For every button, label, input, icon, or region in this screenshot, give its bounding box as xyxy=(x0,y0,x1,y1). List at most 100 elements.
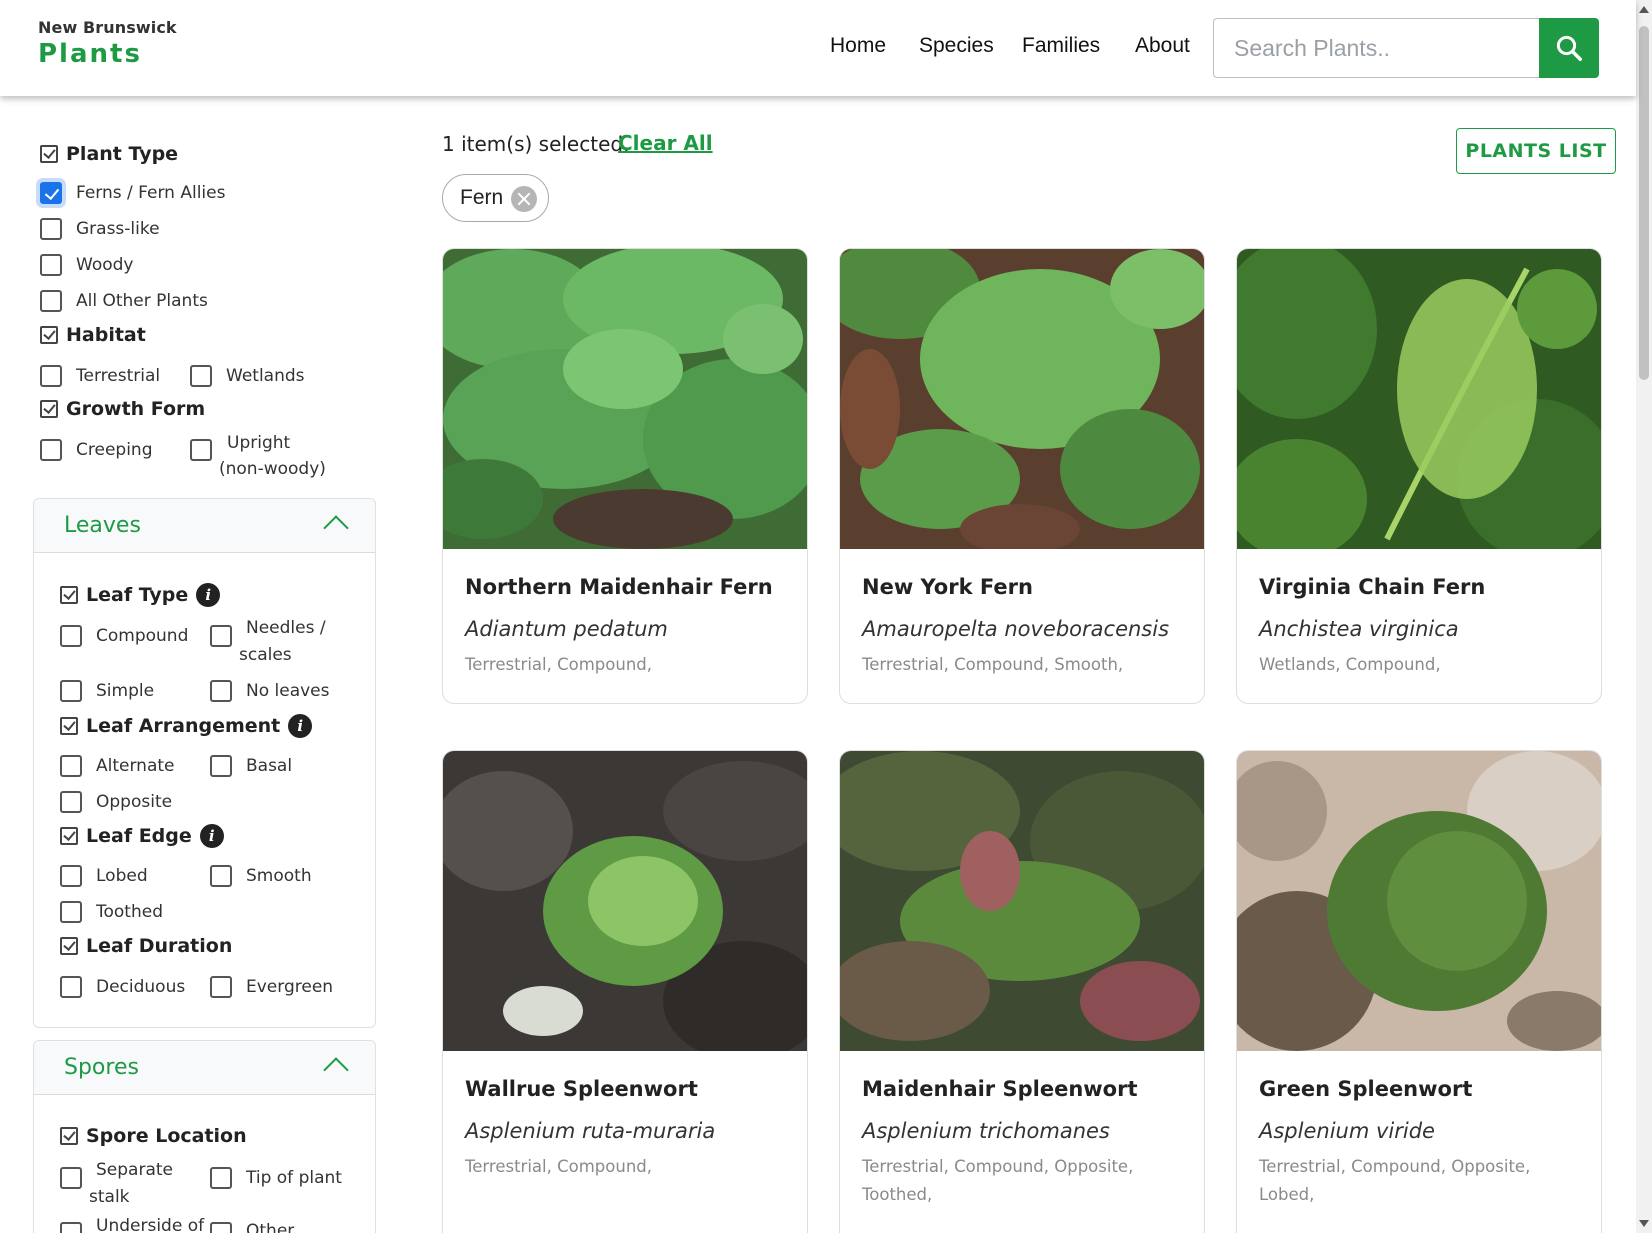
plant-card[interactable]: Northern Maidenhair Fern Adiantum pedatu… xyxy=(442,248,808,704)
checkbox-grass-like[interactable] xyxy=(40,218,62,240)
clear-all-link[interactable]: Clear All xyxy=(618,131,713,155)
plant-card[interactable]: Green Spleenwort Asplenium viride Terres… xyxy=(1236,750,1602,1233)
nav-home[interactable]: Home xyxy=(830,34,886,58)
checkbox-wetlands[interactable] xyxy=(190,365,212,387)
plant-tags: Terrestrial, Compound, Smooth, xyxy=(862,655,1124,674)
checkbox-needles[interactable] xyxy=(210,625,232,647)
plant-scientific-name: Anchistea virginica xyxy=(1259,617,1459,641)
search-icon xyxy=(1556,35,1582,61)
close-icon[interactable] xyxy=(511,186,537,212)
plant-photo[interactable] xyxy=(1237,751,1601,1051)
plant-photo[interactable] xyxy=(1237,249,1601,549)
checkbox-toothed[interactable] xyxy=(60,901,82,923)
checkbox-other-plants[interactable] xyxy=(40,290,62,312)
spores-panel-header[interactable]: Spores xyxy=(34,1041,375,1095)
fern-photo-image xyxy=(840,751,1204,1051)
plant-scientific-name: Amauropelta noveboracensis xyxy=(862,617,1170,641)
checkbox-basal[interactable] xyxy=(210,755,232,777)
checkbox-alternate[interactable] xyxy=(60,755,82,777)
label-lobed: Lobed xyxy=(96,866,148,886)
checkbox-creeping[interactable] xyxy=(40,439,62,461)
chevron-up-icon[interactable] xyxy=(323,1057,349,1083)
scroll-up-arrow[interactable] xyxy=(1639,6,1649,13)
label-upright: Upright xyxy=(227,433,291,453)
filter-head-leaf-type: Leaf Type i xyxy=(60,583,221,607)
site-logo[interactable]: New Brunswick Plants xyxy=(38,18,177,69)
checkbox-upright[interactable] xyxy=(190,439,212,461)
checkbox-no-leaves[interactable] xyxy=(210,680,232,702)
label-other-plants: All Other Plants xyxy=(76,291,208,311)
checkbox-tip-of-plant[interactable] xyxy=(210,1167,232,1189)
plant-photo[interactable] xyxy=(840,751,1204,1051)
checkbox-opposite[interactable] xyxy=(60,791,82,813)
plant-tags: Terrestrial, Compound, Opposite, Toothed, xyxy=(862,1157,1134,1204)
nav-about[interactable]: About xyxy=(1135,34,1190,58)
label-woody: Woody xyxy=(76,255,134,275)
search-input[interactable] xyxy=(1213,18,1539,78)
checkbox-lobed[interactable] xyxy=(60,865,82,887)
checkbox-compound[interactable] xyxy=(60,625,82,647)
nav-families[interactable]: Families xyxy=(1022,34,1100,58)
checkbox-separate-stalk[interactable] xyxy=(60,1167,82,1189)
checkbox-smooth[interactable] xyxy=(210,865,232,887)
plant-card[interactable]: Virginia Chain Fern Anchistea virginica … xyxy=(1236,248,1602,704)
info-icon[interactable]: i xyxy=(199,824,224,848)
fern-photo-image xyxy=(443,751,807,1051)
plant-common-name: Virginia Chain Fern xyxy=(1259,575,1486,599)
label-basal: Basal xyxy=(246,756,293,776)
label-creeping: Creeping xyxy=(76,440,153,460)
plant-tags: Terrestrial, Compound, xyxy=(465,655,653,674)
search-button[interactable] xyxy=(1539,18,1599,78)
selected-count-text: 1 item(s) selected. xyxy=(442,132,630,156)
panel-title-spores: Spores xyxy=(64,1055,139,1080)
info-icon[interactable]: i xyxy=(288,714,313,738)
filter-head-spore-location: Spore Location xyxy=(60,1125,247,1147)
scroll-down-arrow[interactable] xyxy=(1639,1220,1649,1227)
logo-top-text: New Brunswick xyxy=(38,18,177,37)
checkbox-woody[interactable] xyxy=(40,254,62,276)
checklist-icon xyxy=(60,717,78,735)
checkbox-simple[interactable] xyxy=(60,680,82,702)
checkbox-other[interactable] xyxy=(210,1222,232,1233)
chevron-up-icon[interactable] xyxy=(323,515,349,541)
checklist-icon xyxy=(60,586,78,604)
logo-main-text: Plants xyxy=(38,39,142,69)
checkbox-evergreen[interactable] xyxy=(210,976,232,998)
checklist-icon xyxy=(40,400,58,418)
label-separate: Separate xyxy=(96,1160,173,1180)
plant-photo[interactable] xyxy=(443,249,807,549)
checklist-icon xyxy=(60,937,78,955)
page-scrollbar[interactable] xyxy=(1636,0,1652,1233)
scroll-thumb[interactable] xyxy=(1639,26,1649,380)
leaves-panel-header[interactable]: Leaves xyxy=(34,499,375,553)
checklist-icon xyxy=(40,326,58,344)
info-icon[interactable]: i xyxy=(196,583,221,607)
plant-common-name: Maidenhair Spleenwort xyxy=(862,1077,1138,1101)
plants-list-button[interactable]: PLANTS LIST xyxy=(1456,128,1616,174)
plant-tags: Terrestrial, Compound, Opposite, Lobed, xyxy=(1259,1157,1531,1204)
filter-head-leaf-duration: Leaf Duration xyxy=(60,935,232,957)
plant-photo[interactable] xyxy=(443,751,807,1051)
nav-species[interactable]: Species xyxy=(919,34,994,58)
plant-card[interactable]: New York Fern Amauropelta noveboracensis… xyxy=(839,248,1205,704)
checkbox-deciduous[interactable] xyxy=(60,976,82,998)
checkbox-underside[interactable] xyxy=(60,1222,82,1233)
plant-photo[interactable] xyxy=(840,249,1204,549)
filter-head-habitat: Habitat xyxy=(40,324,146,346)
label-opposite: Opposite xyxy=(96,792,173,812)
plant-card[interactable]: Wallrue Spleenwort Asplenium ruta-murari… xyxy=(442,750,808,1233)
checkbox-terrestrial[interactable] xyxy=(40,365,62,387)
filter-head-leaf-edge: Leaf Edge i xyxy=(60,824,224,848)
panel-title-leaves: Leaves xyxy=(64,513,141,538)
filter-title: Plant Type xyxy=(66,143,179,165)
label-terrestrial: Terrestrial xyxy=(76,366,161,386)
label-simple: Simple xyxy=(96,681,155,701)
plant-card[interactable]: Maidenhair Spleenwort Asplenium trichoma… xyxy=(839,750,1205,1233)
label-grass-like: Grass-like xyxy=(76,219,160,239)
fern-photo-image xyxy=(1237,751,1601,1051)
checklist-icon xyxy=(60,827,78,845)
plant-scientific-name: Asplenium trichomanes xyxy=(862,1119,1110,1143)
checkbox-ferns[interactable] xyxy=(40,182,62,204)
label-deciduous: Deciduous xyxy=(96,977,186,997)
label-smooth: Smooth xyxy=(246,866,312,886)
